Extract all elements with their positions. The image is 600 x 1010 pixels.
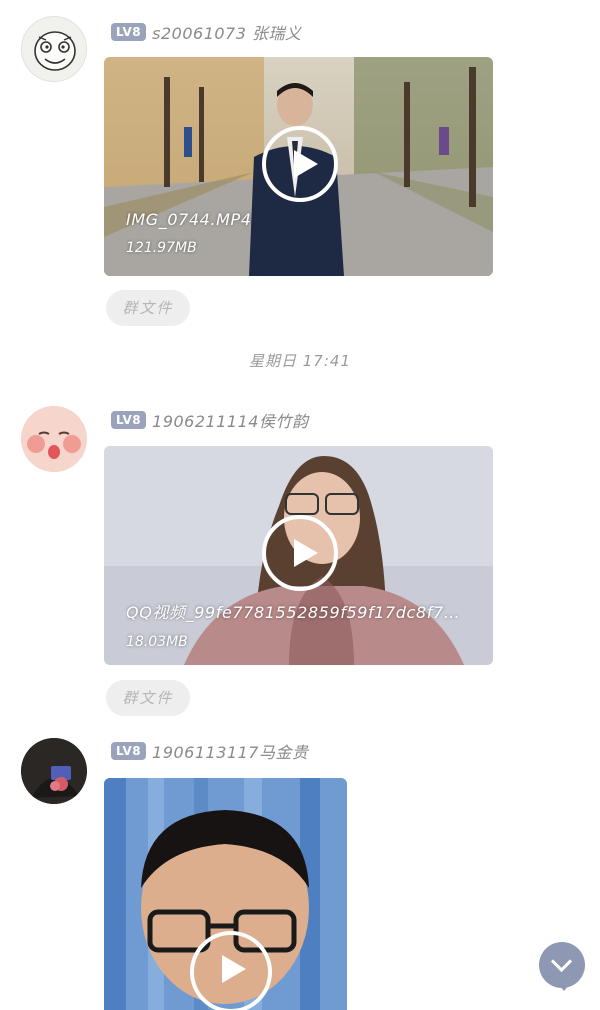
video-filename: QQ视频_99fe7781552859f59f17dc8f7… [126,603,461,622]
video-file-size: 121.97MB [126,240,197,256]
sender-avatar[interactable] [21,406,87,472]
level-badge: LV8 [111,23,147,41]
play-button[interactable] [262,126,338,202]
sender-name[interactable]: 1906113117马金贵 [152,739,308,763]
play-button[interactable] [262,515,338,591]
sender-line: LV8 1906113117马金贵 [111,740,308,762]
dark-photo-icon [21,738,87,804]
video-message[interactable]: QQ视频_99fe7781552859f59f17dc8f7… 18.03MB [104,446,493,665]
scroll-to-bottom-button[interactable] [539,942,585,991]
video-info: IMG_0744.MP4 121.97MB [126,210,474,256]
video-message[interactable] [104,778,347,1010]
chat-message-list[interactable]: LV8 s20061073 张瑞义 IMG_0744.MP4 121.97MB … [0,0,600,1010]
sender-avatar[interactable] [21,738,87,804]
sender-line: LV8 s20061073 张瑞义 [111,21,302,43]
sender-name[interactable]: 1906211114侯竹韵 [152,408,308,432]
level-badge: LV8 [111,742,147,760]
meme-face-icon [34,31,76,71]
video-file-size: 18.03MB [126,634,188,650]
play-button[interactable] [190,931,272,1010]
sender-line: LV8 1906211114侯竹韵 [111,409,308,431]
baby-face-icon [21,406,87,472]
video-filename: IMG_0744.MP4 [126,210,252,229]
sender-avatar[interactable] [21,16,87,82]
group-file-tag[interactable]: 群文件 [106,290,190,326]
sender-name[interactable]: s20061073 张瑞义 [152,20,301,44]
group-file-tag[interactable]: 群文件 [106,680,190,716]
message-timestamp: 星期日 17:41 [249,352,351,370]
video-info: QQ视频_99fe7781552859f59f17dc8f7… 18.03MB [126,599,474,650]
level-badge: LV8 [111,411,147,429]
video-message[interactable]: IMG_0744.MP4 121.97MB [104,57,493,276]
